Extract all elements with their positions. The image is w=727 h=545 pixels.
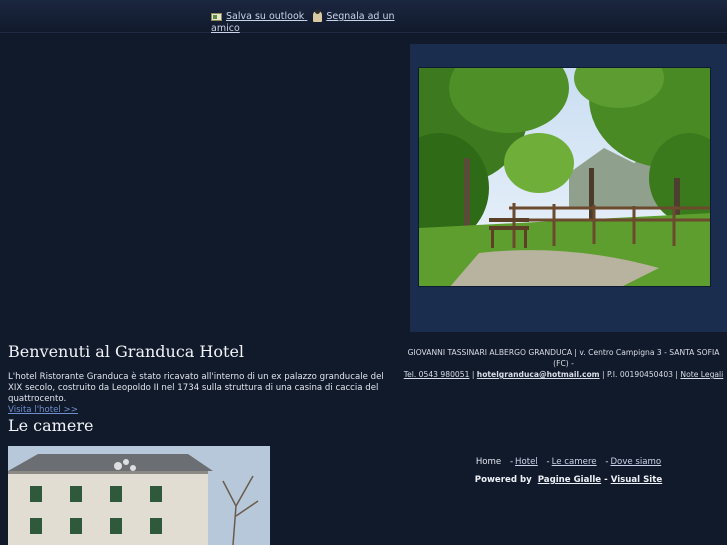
save-outlook-link[interactable]: Salva su outlook [211,11,307,22]
nav-separator: - [509,457,514,467]
phone-link[interactable]: Tel. 0543 980051 [404,370,470,379]
powered-dash: - [604,475,608,485]
email-link[interactable]: hotelgranduca@hotmail.com [477,370,600,379]
rooms-title: Le camere [8,416,94,435]
nav-separator: - [546,457,550,467]
powered-by: Powered by Pagine Gialle - Visual Site [410,475,727,485]
visual-site-link[interactable]: Visual Site [611,475,663,485]
powered-label: Powered by [474,475,532,485]
nav-rooms[interactable]: Le camere [552,457,597,467]
legal-notes-link[interactable]: Note Legali [680,370,723,379]
email-text: hotelgranduca@hotmail.com [476,370,600,379]
nav-separator: - [605,457,609,467]
nav-home[interactable]: Home [476,457,501,467]
nav-hotel[interactable]: Hotel [515,457,538,467]
welcome-text: L'hotel Ristorante Granduca è stato rica… [8,372,384,404]
outlook-icon [211,12,222,21]
hotel-building-photo [8,446,270,545]
pagine-gialle-link[interactable]: Pagine Gialle [538,475,601,485]
footer-nav: Home - Hotel - Le camere - Dove siamo [410,457,727,467]
top-bar: Salva su outlook Segnala ad un amico [0,0,727,35]
company-line: GIOVANNI TASSINARI ALBERGO GRANDUCA | v.… [407,348,720,368]
welcome-title: Benvenuti al Granduca Hotel [8,342,245,361]
park-photo [418,67,711,287]
hero-photo-panel [410,44,727,332]
friend-icon [313,9,323,22]
top-links: Salva su outlook Segnala ad un amico [211,9,401,35]
save-outlook-label: Salva su outlook [226,11,305,22]
nav-where[interactable]: Dove siamo [610,457,661,467]
company-info: GIOVANNI TASSINARI ALBERGO GRANDUCA | v.… [403,348,724,379]
vat-number: | P.I. 00190450403 | [602,370,678,379]
visit-hotel-link[interactable]: Visita l'hotel >> [8,405,78,415]
